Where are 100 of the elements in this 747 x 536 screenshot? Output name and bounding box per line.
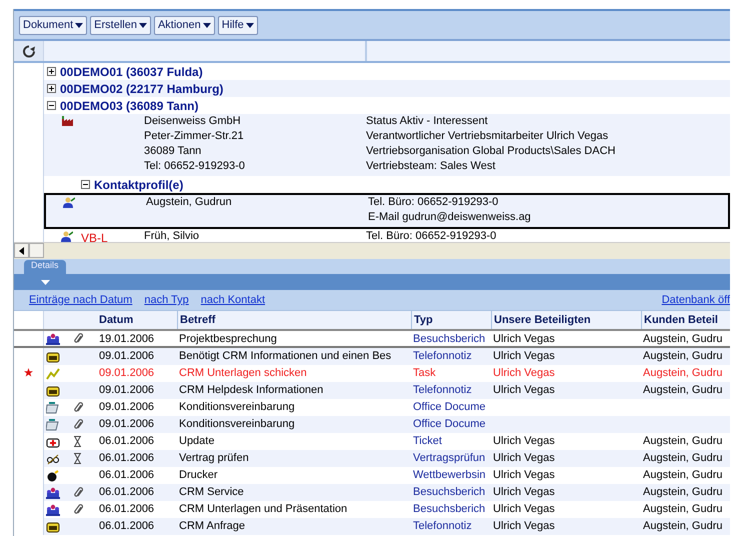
table-cell-text: Konditionsvereinbarung — [178, 400, 296, 415]
table-cell: Ulrich Vegas — [493, 435, 555, 447]
contact-row[interactable]: Augstein, Gudrun Tel. Büro: 06652-919293-0 E-Mail gudrun@deiswenweiss.ag — [44, 193, 730, 229]
column-header[interactable]: Betreff — [177, 311, 411, 329]
table-cell-text: Projektbesprechung — [178, 332, 278, 346]
tree-node[interactable]: 00DEMO03 (36089 Tann) — [60, 98, 198, 112]
column-header[interactable]: Typ — [411, 311, 491, 329]
table-cell: Ulrich Vegas — [493, 350, 555, 362]
table-cell-text: CRM Unterlagen und Präsentation — [178, 502, 348, 517]
table-row[interactable]: 09.01.2006 Konditionsvereinbarung Office Docume — [14, 416, 730, 433]
tree-node[interactable]: 00DEMO02 (22177 Hamburg) — [60, 82, 224, 96]
filter-link[interactable]: Einträge nach Datum — [29, 294, 132, 306]
table-cell-text: 09.01.2006 — [98, 417, 156, 432]
collapse-icon[interactable] — [41, 280, 50, 284]
table-row[interactable]: 09.01.2006 Benötigt CRM Informationen und einen Bes Telefonnotiz Ulrich Vegas Augstein, Gudru — [14, 348, 730, 365]
expander-icon[interactable] — [47, 84, 56, 93]
company-detail: Vertriebsteam: Sales West — [366, 159, 496, 174]
scroll-thumb[interactable] — [29, 243, 44, 258]
company-detail: Vertriebsorganisation Global Products\Sales DACH — [366, 144, 616, 159]
table-cell-text: Telefonnotiz — [412, 349, 473, 364]
table-cell-text: 06.01.2006 — [98, 519, 156, 534]
table-cell-text: CRM Anfrage — [178, 519, 246, 534]
table-cell-text: Besuchsberich — [412, 502, 486, 517]
company-detail: Tel: 06652-919293-0 — [144, 159, 246, 174]
expander-icon[interactable] — [47, 67, 56, 76]
table-cell: Ulrich Vegas — [493, 486, 555, 498]
caret-icon — [202, 22, 211, 28]
column-header[interactable]: Datum — [97, 311, 177, 329]
menu-button[interactable]: Hilfe — [218, 16, 258, 34]
table-cell-text: 06.01.2006 — [98, 451, 156, 466]
tree-node[interactable]: 00DEMO01 (36037 Fulda) — [60, 64, 203, 78]
table-cell: Augstein, Gudru — [643, 367, 722, 379]
company-detail: Deisenweiss GmbH — [144, 114, 242, 129]
company-detail: Verantwortlicher Vertriebsmitarbeiter Ulrich Vegas — [366, 129, 610, 144]
table-row[interactable]: 09.01.2006 CRM Helpdesk Informationen Telefonnotiz Ulrich Vegas Augstein, Gudru — [14, 382, 730, 399]
table-cell: Augstein, Gudru — [643, 503, 722, 515]
table-cell-text: Office Docume — [412, 400, 487, 415]
expander-icon[interactable] — [81, 180, 90, 189]
contact-detail: Tel. Büro: 06652-919293-0 — [366, 229, 498, 242]
menu-button[interactable]: Aktionen — [154, 16, 215, 34]
table-cell: Ulrich Vegas — [493, 520, 555, 532]
table-row[interactable]: 06.01.2006 Vertrag prüfen Vertragsprüfun Ulrich Vegas Augstein, Gudru — [14, 450, 730, 467]
scroll-left-button[interactable] — [14, 243, 29, 258]
table-cell-text: Vertrag prüfen — [178, 451, 250, 466]
table-cell-text: 06.01.2006 — [98, 468, 156, 483]
company-detail: 36089 Tann — [144, 144, 202, 159]
table-cell: Ulrich Vegas — [493, 452, 555, 464]
menu-button[interactable]: Erstellen — [90, 16, 151, 34]
table-cell-text: 19.01.2006 — [98, 332, 156, 346]
table-cell-text: CRM Unterlagen schicken — [178, 366, 308, 381]
table-cell-text: Office Docume — [412, 417, 487, 432]
horizontal-scrollbar[interactable] — [14, 242, 730, 259]
table-cell-text: Drucker — [178, 468, 219, 483]
table-row[interactable]: 06.01.2006 CRM Anfrage Telefonnotiz Ulrich Vegas Augstein, Gudru — [14, 518, 730, 535]
table-cell: Ulrich Vegas — [493, 503, 555, 515]
table-cell-text: 09.01.2006 — [98, 383, 156, 398]
table-cell-text: CRM Helpdesk Informationen — [178, 383, 324, 398]
role-label: VB-L — [81, 231, 108, 242]
contact-name: Früh, Silvio — [144, 229, 200, 242]
company-detail: Status Aktiv - Interessent — [366, 114, 489, 129]
left-arrow-icon — [19, 246, 24, 254]
table-row[interactable]: 06.01.2006 CRM Service Besuchsberich Ulrich Vegas Augstein, Gudru — [14, 484, 730, 501]
caret-icon — [138, 22, 147, 28]
tree-node[interactable]: Kontaktprofil(e) — [94, 178, 184, 192]
refresh-icon[interactable] — [22, 44, 36, 58]
person-icon — [61, 231, 73, 242]
table-cell: Augstein, Gudru — [643, 350, 722, 362]
table-cell-text: Task — [412, 366, 437, 381]
caret-icon — [75, 22, 84, 28]
table-cell-text: Ticket — [412, 434, 443, 449]
column-header[interactable]: Unsere Beteiligten — [491, 311, 641, 329]
table-cell: Augstein, Gudru — [643, 452, 722, 464]
table-cell-text: Telefonnotiz — [412, 519, 473, 534]
filter-link[interactable]: nach Kontakt — [200, 294, 266, 306]
table-cell: Augstein, Gudru — [643, 384, 722, 396]
person-icon — [63, 197, 75, 208]
filter-link[interactable]: nach Typ — [144, 294, 189, 306]
table-cell-text: 09.01.2006 — [98, 366, 156, 381]
database-link[interactable]: Datenbank öff — [662, 294, 730, 306]
table-cell: Augstein, Gudru — [643, 469, 722, 481]
column-header[interactable]: Kunden Beteil — [641, 311, 729, 329]
table-row[interactable]: 19.01.2006 Projektbesprechung Besuchsberich Ulrich Vegas Augstein, Gudru — [14, 331, 730, 348]
table-cell-text: 09.01.2006 — [98, 400, 156, 415]
factory-icon — [61, 116, 75, 126]
contact-name: Augstein, Gudrun — [146, 195, 233, 210]
table-cell-text: Vertragsprüfun — [412, 451, 486, 466]
table-cell-text: 06.01.2006 — [98, 502, 156, 517]
table-cell-text: CRM Service — [178, 485, 245, 500]
table-cell-text: Benötigt CRM Informationen und einen Bes — [178, 349, 392, 364]
table-cell-text: 06.01.2006 — [98, 485, 156, 500]
table-cell: Ulrich Vegas — [493, 367, 555, 379]
menu-button[interactable]: Dokument — [19, 16, 88, 34]
table-cell: Ulrich Vegas — [493, 384, 555, 396]
table-cell-text: Besuchsberich — [412, 485, 486, 500]
table-cell-text: 09.01.2006 — [98, 349, 156, 364]
table-cell-text: Telefonnotiz — [412, 383, 473, 398]
contact-detail: E-Mail gudrun@deiswenweiss.ag — [368, 210, 532, 225]
table-cell: Ulrich Vegas — [493, 469, 555, 481]
table-cell: Augstein, Gudru — [643, 435, 722, 447]
expander-icon[interactable] — [47, 101, 56, 110]
